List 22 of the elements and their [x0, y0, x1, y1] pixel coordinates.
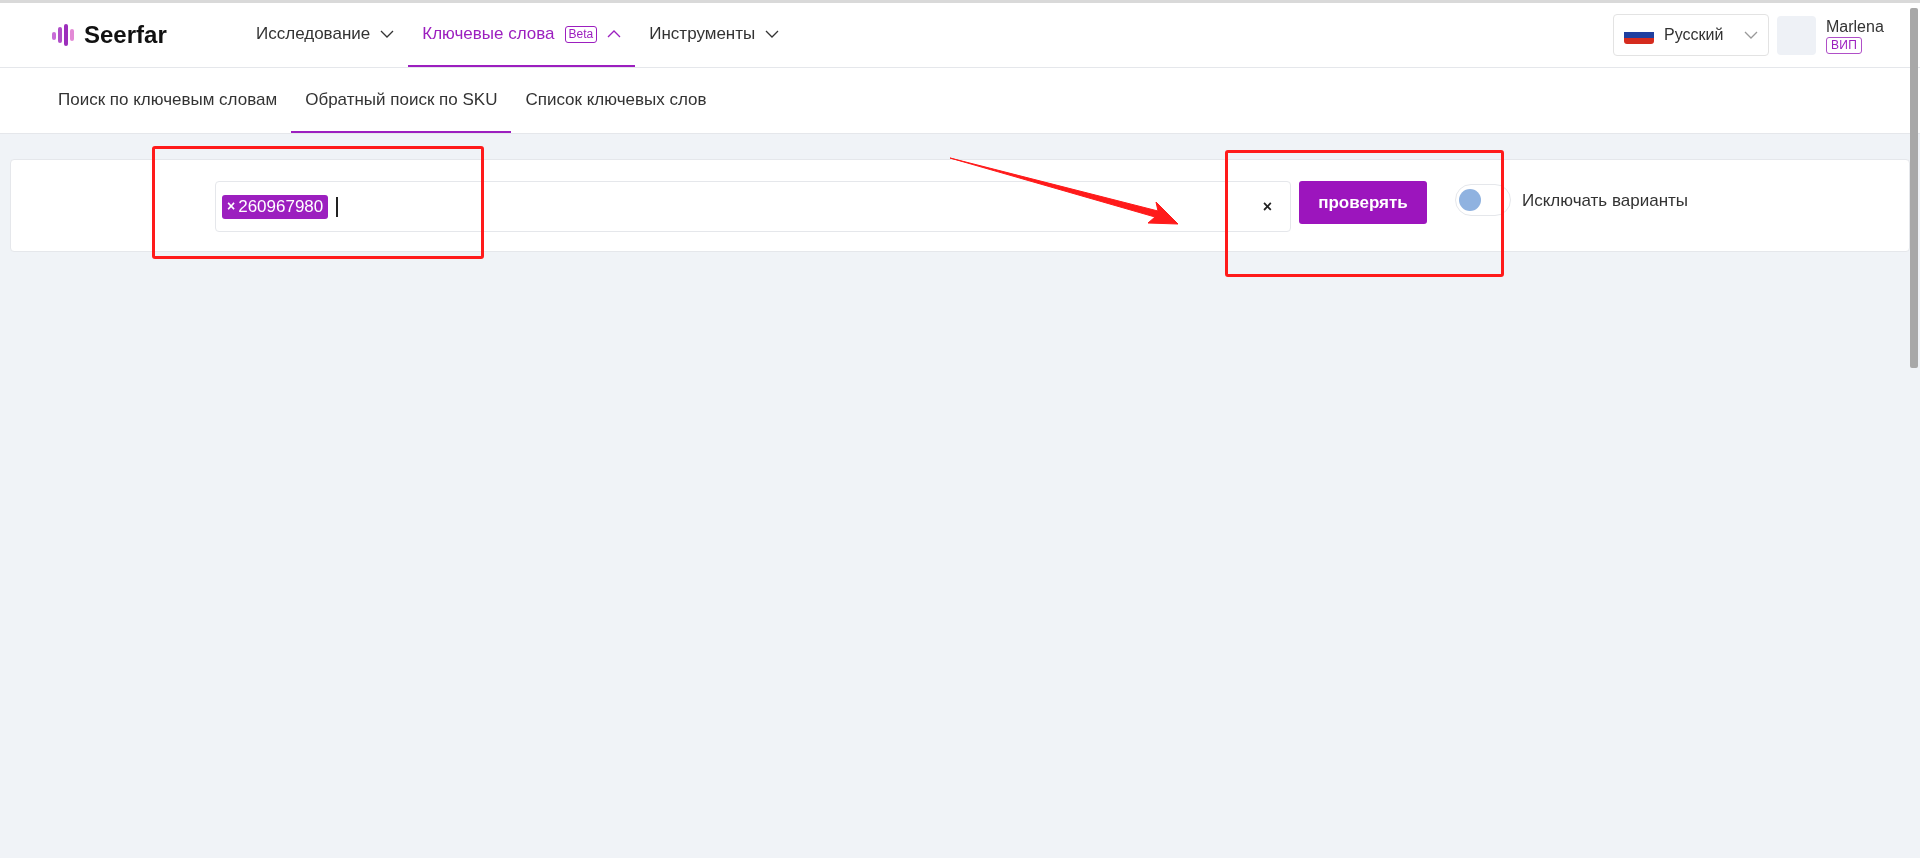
clear-button[interactable]: ×: [1262, 194, 1272, 219]
sku-tag[interactable]: × 260967980: [222, 194, 329, 219]
chevron-down-icon: [1744, 31, 1758, 39]
language-select[interactable]: Русский: [1613, 14, 1769, 56]
chevron-up-icon: [607, 30, 622, 38]
chevron-down-icon: [380, 30, 395, 38]
logo[interactable]: Seerfar: [52, 17, 242, 53]
beta-badge: Beta: [564, 25, 598, 43]
sub-tab[interactable]: Обратный поиск по SKU: [291, 68, 512, 133]
vip-badge: ВИП: [1826, 36, 1863, 54]
nav-menu[interactable]: Инструменты: [635, 3, 794, 67]
text-cursor: [336, 196, 339, 217]
sub-tab[interactable]: Поиск по ключевым словам: [44, 68, 292, 133]
chevron-down-icon: [765, 30, 780, 38]
user-name: Marlena: [1826, 16, 1884, 37]
nav-menu[interactable]: Исследование: [242, 3, 409, 67]
check-button[interactable]: проверять: [1299, 181, 1427, 224]
remove-tag-icon[interactable]: ×: [227, 196, 236, 217]
exclude-variants-toggle[interactable]: [1455, 184, 1511, 216]
sub-tab[interactable]: Список ключевых слов: [511, 68, 721, 133]
toggle-label: Исключать варианты: [1522, 190, 1689, 212]
logo-text: Seerfar: [84, 20, 167, 50]
